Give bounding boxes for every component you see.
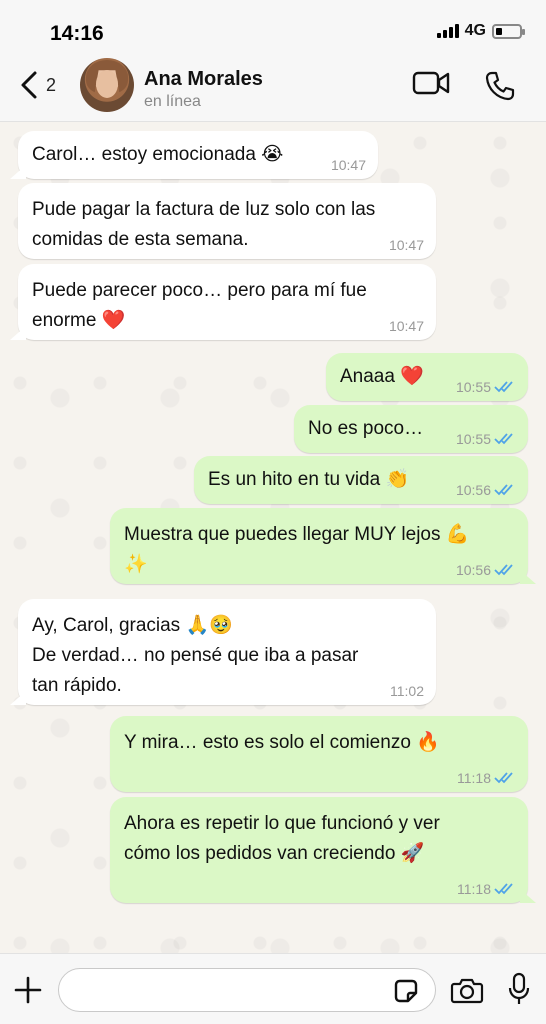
message-text-line: Ay, Carol, gracias 🙏🥹 <box>32 615 233 636</box>
message-outgoing[interactable]: No es poco… 10:55 <box>294 405 528 453</box>
microphone-icon[interactable] <box>508 972 530 1006</box>
message-text-line: Puede parecer poco… pero para mí fue <box>32 280 367 301</box>
battery-icon <box>492 23 525 39</box>
read-receipt-icon <box>494 433 513 445</box>
message-outgoing[interactable]: Muestra que puedes llegar MUY lejos 💪 ✨ … <box>110 508 528 584</box>
message-text-line: enorme ❤️ <box>32 310 126 331</box>
message-text: No es poco… <box>308 418 424 439</box>
message-outgoing[interactable]: Anaaa ❤️ 10:55 <box>326 353 528 401</box>
read-receipt-icon <box>494 883 513 895</box>
phone-call-icon[interactable] <box>484 70 516 102</box>
chat-header: 2 Ana Morales en línea <box>0 58 546 122</box>
message-time: 11:18 <box>457 770 516 786</box>
message-incoming[interactable]: Ay, Carol, gracias 🙏🥹 De verdad… no pens… <box>18 599 436 705</box>
message-text-line: tan rápido. <box>32 675 122 696</box>
message-text-line: cómo los pedidos van creciendo 🚀 <box>124 843 425 864</box>
plus-icon[interactable] <box>14 976 42 1004</box>
message-text-line: Ahora es repetir lo que funcionó y ver <box>124 813 440 834</box>
message-time: 10:47 <box>388 237 424 253</box>
chevron-left-icon <box>21 71 37 99</box>
message-time: 11:02 <box>390 683 424 699</box>
message-text: Anaaa ❤️ <box>340 366 424 387</box>
message-text: Es un hito en tu vida 👏 <box>208 469 410 490</box>
camera-icon[interactable] <box>450 976 484 1004</box>
message-time: 11:18 <box>457 881 516 897</box>
message-text-line: comidas de esta semana. <box>32 229 249 250</box>
message-text-line: Pude pagar la factura de luz solo con la… <box>32 199 376 220</box>
message-time: 10:47 <box>330 157 366 173</box>
message-time: 10:47 <box>388 318 424 334</box>
message-incoming[interactable]: Carol… estoy emocionada 😭 10:47 <box>18 131 378 179</box>
message-incoming[interactable]: Puede parecer poco… pero para mí fue eno… <box>18 264 436 340</box>
message-time: 10:55 <box>456 431 516 447</box>
status-time: 14:16 <box>50 22 104 45</box>
back-button[interactable]: 2 <box>18 70 56 100</box>
network-type: 4G <box>464 22 486 39</box>
message-text-line: Muestra que puedes llegar MUY lejos 💪 <box>124 524 470 545</box>
status-indicators: 4G <box>436 22 525 40</box>
read-receipt-icon <box>494 381 513 393</box>
contact-name[interactable]: Ana Morales <box>144 68 263 91</box>
message-incoming[interactable]: Pude pagar la factura de luz solo con la… <box>18 183 436 259</box>
sticker-icon[interactable] <box>392 977 420 1005</box>
message-time: 10:55 <box>456 379 516 395</box>
message-outgoing[interactable]: Y mira… esto es solo el comienzo 🔥 11:18 <box>110 716 528 792</box>
read-receipt-icon <box>494 772 513 784</box>
unread-count: 2 <box>46 74 57 95</box>
video-call-icon[interactable] <box>412 70 450 96</box>
message-composer <box>0 953 546 1024</box>
chat-area[interactable]: Carol… estoy emocionada 😭 10:47 Pude pag… <box>0 123 546 953</box>
contact-status: en línea <box>144 93 201 110</box>
message-text: Carol… estoy emocionada 😭 <box>32 144 284 165</box>
message-time: 10:56 <box>456 562 516 578</box>
message-text-line: De verdad… no pensé que iba a pasar <box>32 645 359 666</box>
status-bar: 14:16 4G <box>0 0 546 58</box>
message-time: 10:56 <box>456 482 516 498</box>
message-outgoing[interactable]: Ahora es repetir lo que funcionó y ver c… <box>110 797 528 903</box>
signal-icon <box>436 24 459 38</box>
message-outgoing[interactable]: Es un hito en tu vida 👏 10:56 <box>194 456 528 504</box>
message-input[interactable] <box>58 968 436 1012</box>
message-text-line: Y mira… esto es solo el comienzo 🔥 <box>124 732 440 753</box>
read-receipt-icon <box>494 484 513 496</box>
avatar[interactable] <box>80 58 134 112</box>
read-receipt-icon <box>494 564 513 576</box>
